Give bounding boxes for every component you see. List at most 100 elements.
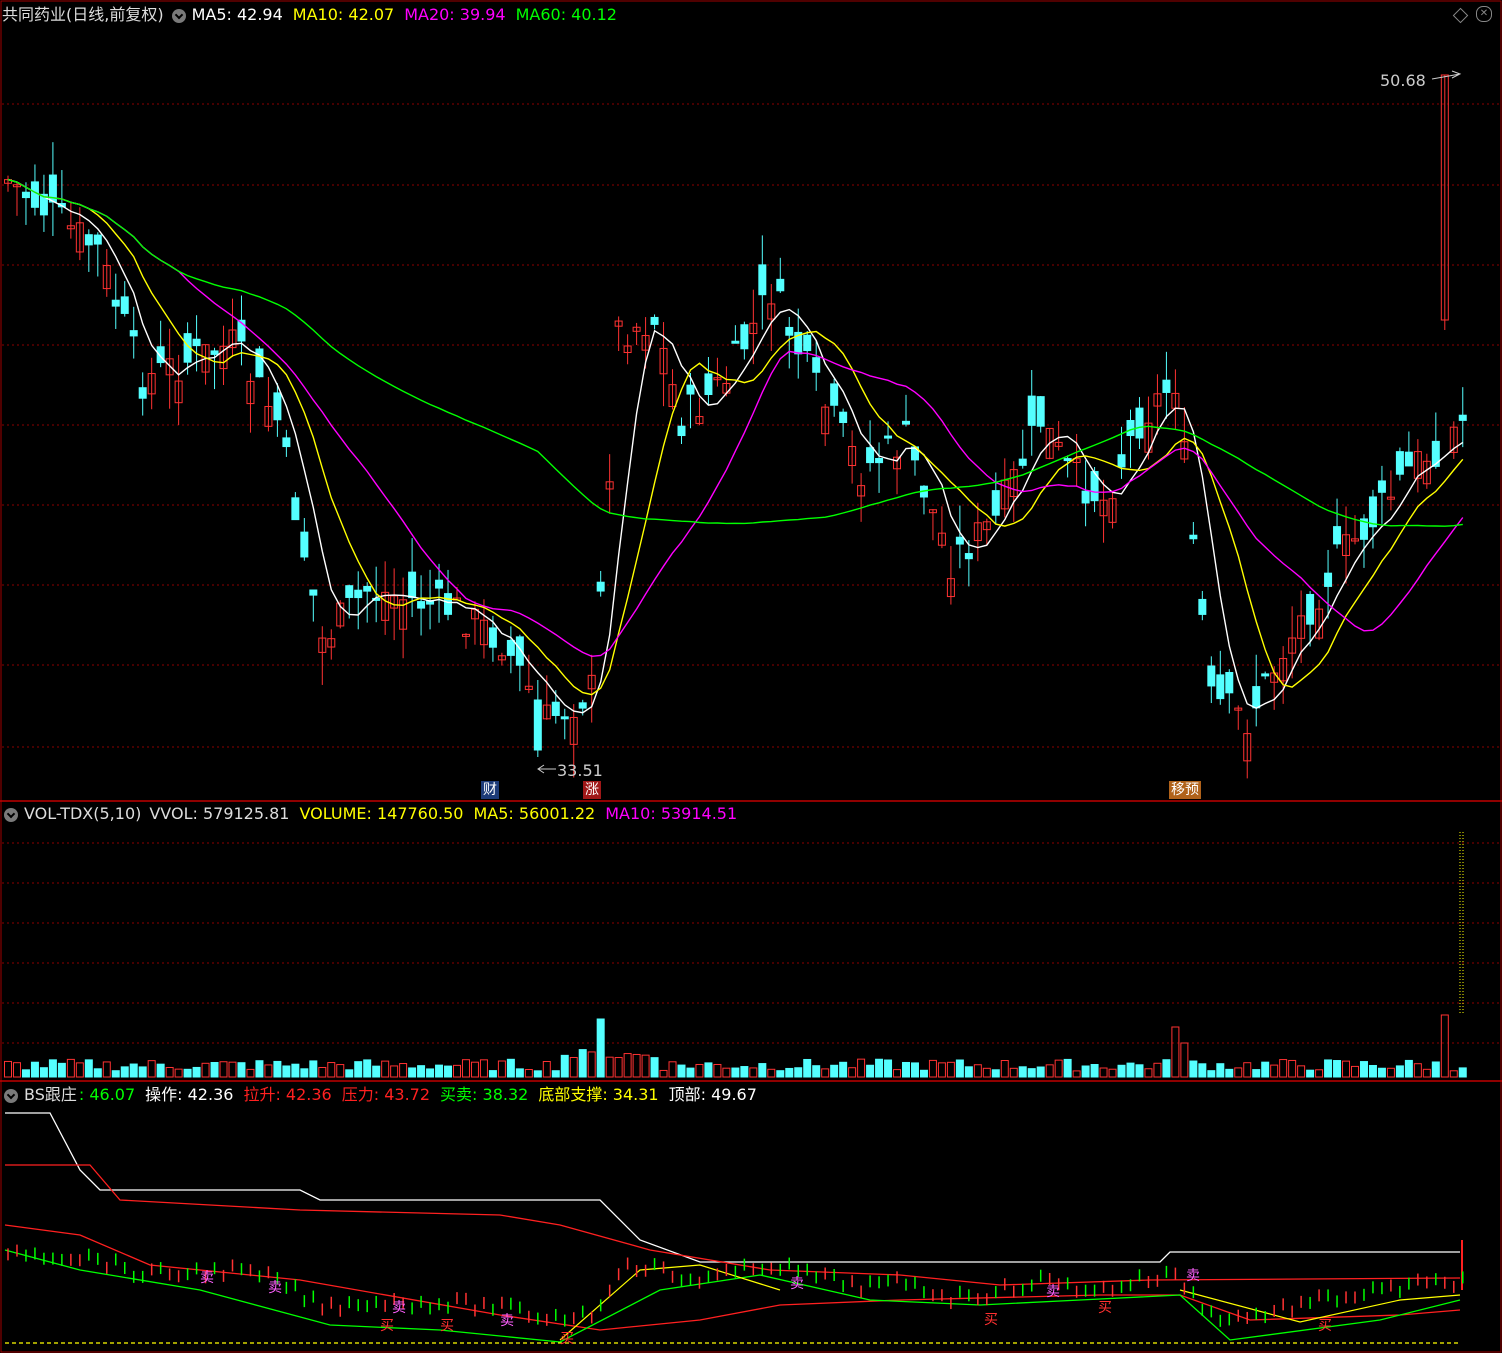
vvol-value: VVOL: 579125.81	[149, 804, 290, 823]
candle-body	[120, 296, 129, 314]
candle-body	[991, 490, 1000, 516]
candle-body	[408, 571, 417, 599]
candle-body	[1117, 454, 1126, 468]
volume-bar	[533, 1070, 542, 1078]
volume-bar	[1342, 1060, 1351, 1078]
ma10-line	[7, 178, 1464, 696]
candle-body	[30, 181, 39, 208]
event-tag-cai[interactable]: 财	[481, 781, 499, 799]
volume-bar	[129, 1063, 138, 1078]
volume-bar	[605, 1056, 614, 1078]
volume-bar	[1000, 1060, 1009, 1078]
candle-body	[866, 447, 875, 464]
event-tag-zhang[interactable]: 涨	[583, 781, 601, 799]
volume-bar	[444, 1065, 453, 1078]
dropdown-icon[interactable]	[171, 8, 186, 23]
volume-bar	[1351, 1065, 1359, 1078]
volume-bar	[614, 1057, 623, 1078]
low-price-label: 33.51	[557, 761, 603, 780]
candle-body	[551, 701, 560, 716]
bs-support: 底部支撑: 34.31	[538, 1085, 659, 1104]
candle-body	[515, 636, 524, 666]
chart-frame	[0, 0, 1502, 1353]
volume-bar	[147, 1060, 156, 1078]
volume-bar	[1333, 1060, 1342, 1078]
candle-body	[1306, 593, 1315, 625]
candle-body	[803, 334, 812, 352]
chart-canvas[interactable]: 卖卖卖卖卖 卖卖买 买买买买买	[0, 0, 1502, 1353]
volume-bar	[219, 1061, 228, 1078]
bs-val0: : 46.07	[78, 1085, 136, 1104]
dropdown-icon[interactable]	[4, 807, 18, 822]
volume-bar	[461, 1059, 470, 1078]
volume-bar	[488, 1070, 497, 1078]
volume-bar	[210, 1061, 219, 1078]
sell-signal-label: 卖	[500, 1313, 514, 1329]
volume-bar	[497, 1060, 506, 1078]
candle-body	[830, 383, 839, 406]
volume-bar	[363, 1059, 372, 1078]
volume-bar	[955, 1059, 964, 1078]
volume-bar	[237, 1062, 246, 1078]
volume-bar	[12, 1062, 21, 1078]
volume-bar	[506, 1058, 515, 1078]
volume-bar	[336, 1064, 345, 1078]
candle-body	[731, 340, 740, 344]
volume-bar	[174, 1068, 183, 1078]
candle-body	[309, 589, 318, 596]
volume-bar	[1288, 1059, 1297, 1078]
candle-body	[875, 457, 884, 464]
candle-body	[1162, 379, 1171, 393]
vol-ma5-value: MA5: 56001.22	[473, 804, 596, 823]
volume-bar	[1449, 1070, 1458, 1078]
volume-bar	[1243, 1062, 1252, 1078]
candle-body	[1135, 407, 1144, 439]
candle-body	[1063, 458, 1072, 462]
volume-bar	[228, 1061, 237, 1078]
volume-bar	[318, 1066, 327, 1078]
volume-bar	[991, 1069, 1000, 1078]
volume-bar	[1072, 1070, 1081, 1078]
volume-bar	[246, 1068, 255, 1078]
candle-body	[1198, 598, 1207, 615]
bs-panel-header: BS跟庄: 46.07 操作: 42.36 拉升: 42.36 压力: 43.72 买卖…	[2, 1082, 767, 1108]
volume-bar	[1018, 1066, 1027, 1078]
volume-bar	[785, 1067, 794, 1078]
candle-body	[1225, 672, 1234, 694]
volume-bar	[282, 1065, 291, 1078]
candle-body	[776, 278, 785, 292]
volume-bar	[1413, 1063, 1422, 1078]
candle-body	[1395, 451, 1404, 475]
volume-bar	[435, 1064, 444, 1078]
volume-bar	[102, 1061, 111, 1078]
volume-bar	[946, 1061, 955, 1078]
volume-bar	[201, 1062, 210, 1078]
volume-bar	[1279, 1059, 1288, 1078]
volume-bar	[1144, 1068, 1153, 1078]
volume-bar	[183, 1068, 192, 1078]
candle-body	[1027, 395, 1036, 426]
volume-bar	[704, 1062, 713, 1078]
buy-signal-label: 买	[984, 1312, 998, 1328]
low-arrow	[537, 764, 556, 774]
volume-bar	[1054, 1059, 1063, 1078]
volume-bar	[1315, 1069, 1324, 1078]
volume-value: VOLUME: 147760.50	[299, 804, 464, 823]
volume-bar	[973, 1064, 982, 1078]
candle-body	[1261, 673, 1270, 677]
volume-bar	[569, 1056, 578, 1078]
candle-body	[785, 326, 794, 336]
buy-signal-label: 买	[380, 1318, 394, 1334]
sell-signal-label: 卖	[1186, 1268, 1200, 1284]
volume-bar	[57, 1062, 66, 1078]
candle-body	[210, 350, 219, 355]
close-panel-icon[interactable]: ✕	[1476, 6, 1492, 22]
volume-bar	[677, 1064, 686, 1078]
candle-body	[282, 437, 291, 448]
price-title: 共同药业(日线,前复权)	[2, 5, 164, 24]
volume-bar	[138, 1066, 147, 1078]
buy-signal-label: 买	[1098, 1300, 1112, 1316]
event-tag-yiyu[interactable]: 移预	[1169, 781, 1201, 799]
dropdown-icon[interactable]	[4, 1088, 18, 1103]
volume-bar	[919, 1069, 928, 1078]
